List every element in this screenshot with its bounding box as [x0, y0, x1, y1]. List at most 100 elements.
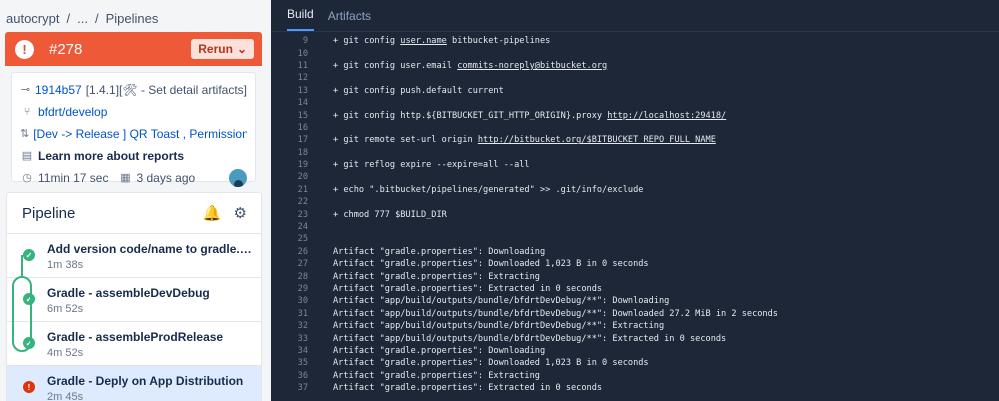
reports-icon: ▤ — [21, 150, 33, 162]
step-connector — [21, 255, 23, 277]
log-line-text: + git config user.email commits-noreply@… — [333, 60, 608, 71]
step-title: Gradle - Deply on App Distribution — [47, 374, 244, 388]
log-line: 11 + git config user.email commits-norepl… — [271, 60, 999, 72]
log-line-number: 33 — [297, 333, 308, 344]
log-line: 22 — [271, 196, 999, 208]
log-line-number: 34 — [297, 345, 308, 356]
log-line-text: + echo ".bitbucket/pipelines/generated" … — [333, 184, 644, 195]
step-title: Gradle - assembleDevDebug — [47, 286, 210, 300]
log-line: 14 — [271, 97, 999, 109]
log-line-text: Artifact "gradle.properties": Extracted … — [333, 383, 603, 394]
log-line-number: 10 — [297, 48, 308, 59]
pipeline-step-selected[interactable]: ! Gradle - Deply on App Distribution 2m … — [7, 365, 261, 401]
log-line-number: 25 — [297, 234, 308, 245]
log-line: 25 — [271, 233, 999, 245]
log-line-number: 16 — [297, 122, 308, 133]
breadcrumb-separator: / — [94, 10, 99, 26]
pipeline-title: Pipeline — [22, 204, 76, 222]
pipeline-step[interactable]: ✓ Gradle - assembleDevDebug 6m 52s — [7, 277, 261, 321]
step-title: Add version code/name to gradle.properti… — [47, 242, 257, 256]
step-duration: 4m 52s — [47, 347, 84, 359]
log-line: 36 Artifact "gradle.properties": Extracti… — [271, 370, 999, 382]
log-link[interactable]: http://localhost:29418/ — [607, 111, 726, 121]
log-line: 10 — [271, 47, 999, 59]
log-line-text: Artifact "gradle.properties": Downloaded… — [333, 358, 649, 369]
chevron-down-icon: ⌄ — [236, 42, 247, 56]
log-line-number: 19 — [297, 160, 308, 171]
log-line-number: 14 — [297, 98, 308, 109]
breadcrumb-current[interactable]: Pipelines — [106, 11, 159, 26]
tab-artifacts[interactable]: Artifacts — [328, 9, 371, 31]
log-line-text: Artifact "gradle.properties": Downloaded… — [333, 259, 649, 270]
pipeline-step[interactable]: ✓ Gradle - assembleProdRelease 4m 52s — [7, 321, 261, 365]
commit-message: [1.4.1][🛠 - Set detail artifacts] — [85, 82, 247, 97]
avatar[interactable] — [229, 168, 247, 187]
log-line: 31 Artifact "app/build/outputs/bundle/bfd… — [271, 308, 999, 320]
breadcrumb-repo[interactable]: autocrypt — [6, 11, 59, 26]
log-line-number: 32 — [297, 321, 308, 332]
log-line-text: Artifact "app/build/outputs/bundle/bfdrt… — [333, 321, 665, 332]
failure-icon: ! — [23, 381, 35, 393]
step-duration: 2m 45s — [47, 391, 84, 401]
log-line-number: 23 — [297, 209, 308, 220]
log-line-number: 11 — [297, 60, 308, 71]
rerun-button[interactable]: Rerun ⌄ — [191, 39, 254, 59]
log-line-number: 12 — [297, 73, 308, 84]
reports-link[interactable]: Learn more about reports — [38, 149, 184, 163]
branch-link[interactable]: bfdrt/develop — [38, 105, 107, 119]
notification-bell-icon[interactable]: 🔔 — [203, 204, 222, 222]
log-line-number: 27 — [297, 259, 308, 270]
pipeline-steps-panel: Pipeline 🔔 ⚙ ✓ Add version code/name to … — [6, 192, 262, 401]
log-line: 33 Artifact "app/build/outputs/bundle/bfd… — [271, 332, 999, 344]
breadcrumb-separator: / — [66, 10, 71, 26]
build-info-card: ⊸ 1914b57 [1.4.1][🛠 - Set detail artifac… — [11, 72, 256, 187]
pipeline-step[interactable]: ✓ Add version code/name to gradle.proper… — [7, 233, 261, 277]
log-line: 20 — [271, 171, 999, 183]
breadcrumb-ellipsis[interactable]: ... — [77, 11, 88, 26]
build-log-panel: Build Artifacts 9 + git config user.name … — [271, 0, 999, 401]
log-tabs: Build Artifacts — [271, 0, 999, 32]
log-line: 17 + git remote set-url origin http://bit… — [271, 134, 999, 146]
log-line: 23 + chmod 777 $BUILD_DIR — [271, 208, 999, 220]
build-status-header: ! #278 Rerun ⌄ — [5, 32, 262, 66]
log-line: 16 — [271, 122, 999, 134]
log-line-number: 15 — [297, 110, 308, 121]
log-line-text: Artifact "gradle.properties": Downloadin… — [333, 246, 546, 257]
log-line-number: 26 — [297, 246, 308, 257]
branch-icon: ⑂ — [23, 105, 31, 118]
log-line-text: Artifact "app/build/outputs/bundle/bfdrt… — [333, 308, 778, 319]
log-link[interactable]: commits-noreply@bitbucket.org — [457, 61, 607, 71]
pull-request-link[interactable]: [Dev -> Release ] QR Toast , Permission … — [33, 127, 247, 141]
log-line: 30 Artifact "app/build/outputs/bundle/bfd… — [271, 295, 999, 307]
log-line-text: Artifact "app/build/outputs/bundle/bfdrt… — [333, 333, 727, 344]
log-line: 15 + git config http.${BITBUCKET_GIT_HTTP… — [271, 109, 999, 121]
breadcrumb: autocrypt / ... / Pipelines — [6, 8, 158, 28]
log-line: 18 — [271, 147, 999, 159]
log-line-number: 29 — [297, 284, 308, 294]
log-line: 37 Artifact "gradle.properties": Extracte… — [271, 382, 999, 394]
log-line-number: 35 — [297, 358, 308, 369]
log-line: 28 Artifact "gradle.properties": Extracti… — [271, 270, 999, 282]
parallel-group-connector — [12, 276, 32, 352]
log-line: 32 Artifact "app/build/outputs/bundle/bfd… — [271, 320, 999, 332]
log-link[interactable]: user.name — [400, 36, 447, 46]
build-started: 3 days ago — [136, 170, 196, 185]
step-duration: 6m 52s — [47, 303, 84, 315]
log-line-number: 30 — [297, 296, 308, 307]
log-line-text: Artifact "gradle.properties": Downloadin… — [333, 345, 546, 356]
log-line-number: 21 — [297, 184, 308, 195]
step-title: Gradle - assembleProdRelease — [47, 330, 224, 344]
log-line: 9 + git config user.name bitbucket-pipeli… — [271, 35, 999, 47]
gear-icon[interactable]: ⚙ — [234, 204, 247, 222]
commit-icon: ⊸ — [20, 84, 31, 96]
build-duration: 11min 17 sec — [38, 170, 109, 185]
log-line-text: Artifact "gradle.properties": Extracted … — [333, 284, 603, 294]
commit-hash-link[interactable]: 1914b57 — [35, 83, 82, 97]
log-line-number: 28 — [297, 271, 308, 282]
log-link[interactable]: http://bitbucket.org/$BITBUCKET_REPO_FUL… — [478, 135, 716, 145]
build-number: #278 — [49, 40, 83, 58]
error-icon: ! — [15, 39, 34, 59]
tab-build[interactable]: Build — [287, 7, 314, 31]
log-line-text: + git config push.default current — [333, 85, 504, 96]
log-line-number: 13 — [297, 85, 308, 96]
